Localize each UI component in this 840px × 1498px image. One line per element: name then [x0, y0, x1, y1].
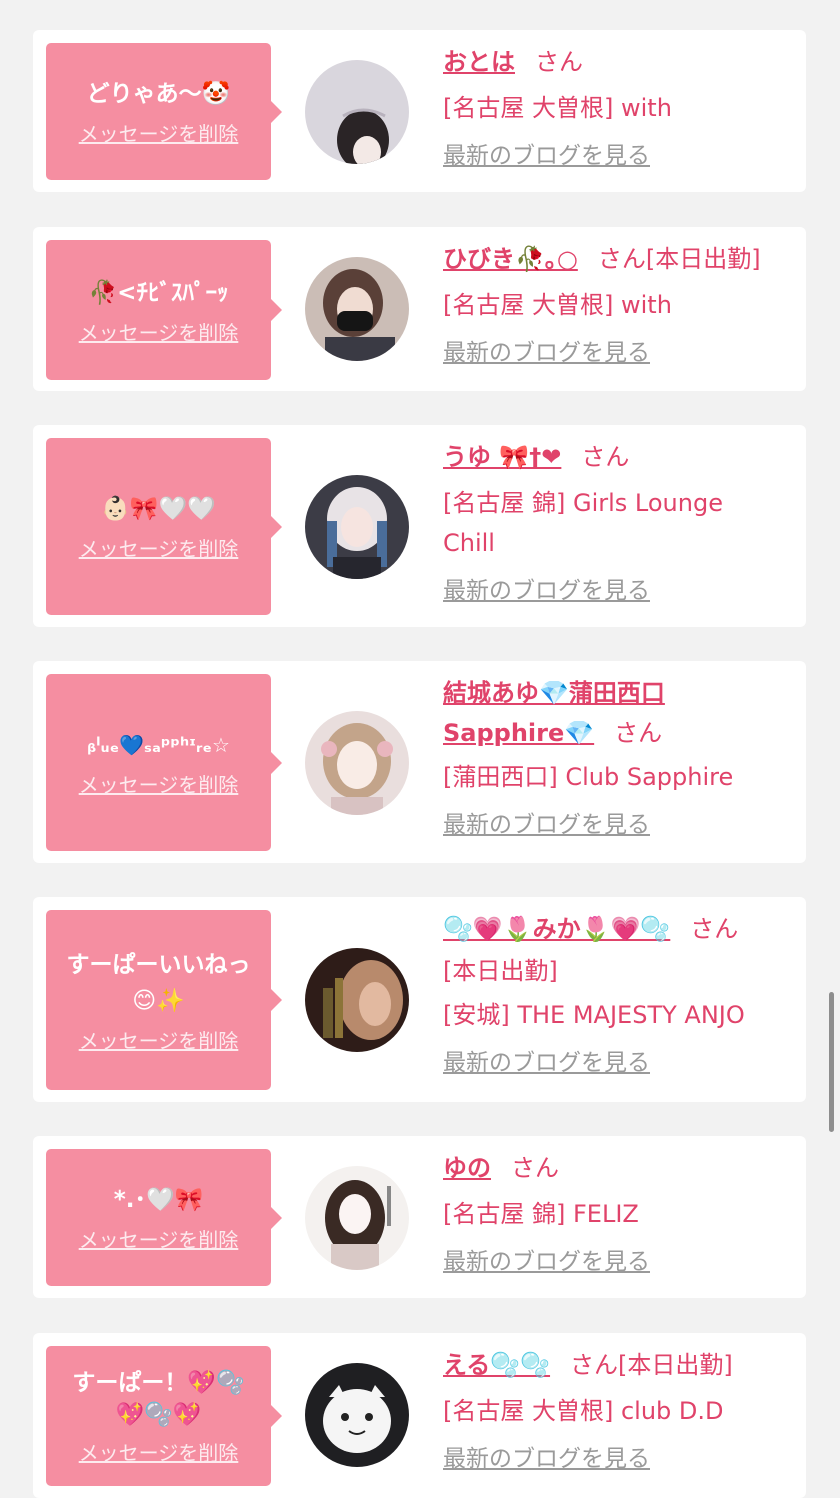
message-card: ᵦˡᵤₑ💙ₛₐᵖᵖʰᶦᵣₑ☆ メッセージを削除 結城あゆ💎蒲田西口 Sapphi… [33, 661, 806, 863]
profile-info: ひびき🥀｡○ さん[本日出勤] [名古屋 大曽根] with 最新のブログを見る [443, 239, 796, 373]
latest-blog-link[interactable]: 最新のブログを見る [443, 1242, 650, 1282]
delete-message-link[interactable]: メッセージを削除 [79, 1224, 239, 1253]
message-text: 🥀<ﾁﾋﾞｽﾊﾟｰｯ [88, 279, 229, 306]
shop-info: [名古屋 大曽根] with [443, 94, 672, 122]
message-card: 🥀<ﾁﾋﾞｽﾊﾟｰｯ メッセージを削除 ひびき🥀｡○ さん[本日出勤] [名古屋 … [33, 227, 806, 391]
message-bubble: ᵦˡᵤₑ💙ₛₐᵖᵖʰᶦᵣₑ☆ メッセージを削除 [46, 674, 271, 851]
message-text-continued: 💖🫧💖 [115, 1401, 202, 1428]
avatar[interactable] [305, 1363, 409, 1467]
message-text: どりゃあ〜🤡 [86, 81, 231, 107]
delete-message-link[interactable]: メッセージを削除 [79, 769, 239, 798]
message-bubble: 👶🏻🎀🤍🤍 メッセージを削除 [46, 438, 271, 615]
profile-name-link[interactable]: ゆの [443, 1154, 491, 1182]
honorific: さん [690, 915, 739, 943]
delete-message-link[interactable]: メッセージを削除 [79, 1437, 239, 1466]
delete-message-link[interactable]: メッセージを削除 [79, 317, 239, 346]
avatar-photo-1 [305, 60, 409, 164]
honorific: さん [597, 245, 646, 273]
attendance-badge: [本日出勤] [645, 245, 761, 273]
honorific: さん [570, 1351, 619, 1379]
avatar[interactable] [305, 257, 409, 361]
profile-name-link[interactable]: ひびき🥀｡○ [443, 245, 578, 273]
shop-info: [名古屋 大曽根] club D.D [443, 1397, 724, 1425]
honorific: さん [614, 719, 663, 747]
avatar-photo-3 [305, 475, 409, 579]
profile-info: おとは さん [名古屋 大曽根] with 最新のブログを見る [443, 42, 796, 176]
message-text: 👶🏻🎀🤍🤍 [101, 496, 216, 522]
message-bubble: どりゃあ〜🤡 メッセージを削除 [46, 43, 271, 180]
latest-blog-link[interactable]: 最新のブログを見る [443, 805, 650, 845]
avatar[interactable] [305, 948, 409, 1052]
delete-message-link[interactable]: メッセージを削除 [79, 118, 239, 147]
honorific: さん [511, 1154, 559, 1182]
latest-blog-link[interactable]: 最新のブログを見る [443, 333, 650, 373]
honorific: さん [581, 443, 630, 471]
message-text: *.･🤍🎀 [113, 1187, 204, 1213]
attendance-badge: [本日出勤] [618, 1351, 733, 1379]
message-card: すーぱーいいねっ 😊✨ メッセージを削除 🫧💗🌷みか🌷💗🫧 さん [本日出勤] [… [33, 897, 806, 1102]
shop-info-continued: Chill [443, 529, 495, 557]
delete-message-link[interactable]: メッセージを削除 [79, 533, 239, 562]
message-text: すーぱー！💖🫧 [72, 1369, 245, 1396]
latest-blog-link[interactable]: 最新のブログを見る [443, 136, 650, 176]
latest-blog-link[interactable]: 最新のブログを見る [443, 1439, 650, 1479]
shop-info: [名古屋 大曽根] with [443, 291, 672, 319]
profile-info: ゆの さん [名古屋 錦] FELIZ 最新のブログを見る [443, 1148, 796, 1282]
message-card: 👶🏻🎀🤍🤍 メッセージを削除 うゆ 🎀†❤ さん [名古屋 錦] Girls Lo… [33, 425, 806, 627]
message-card: どりゃあ〜🤡 メッセージを削除 おとは さん [名古屋 大曽根] with 最新の… [33, 30, 806, 192]
message-text: ᵦˡᵤₑ💙ₛₐᵖᵖʰᶦᵣₑ☆ [87, 733, 230, 757]
attendance-badge: [本日出勤] [443, 957, 558, 985]
latest-blog-link[interactable]: 最新のブログを見る [443, 1043, 650, 1083]
shop-info: [名古屋 錦] Girls Lounge [443, 489, 723, 517]
profile-info: 結城あゆ💎蒲田西口 Sapphire💎 さん [蒲田西口] Club Sapphi… [443, 673, 796, 845]
avatar[interactable] [305, 711, 409, 815]
shop-info: [名古屋 錦] FELIZ [443, 1200, 639, 1228]
avatar[interactable] [305, 475, 409, 579]
message-bubble: すーぱーいいねっ 😊✨ メッセージを削除 [46, 910, 271, 1090]
latest-blog-link[interactable]: 最新のブログを見る [443, 571, 650, 611]
profile-info: 🫧💗🌷みか🌷💗🫧 さん [本日出勤] [安城] THE MAJESTY ANJO … [443, 909, 796, 1083]
profile-info: える🫧🫧 さん[本日出勤] [名古屋 大曽根] club D.D 最新のブログを見… [443, 1345, 796, 1479]
delete-message-link[interactable]: メッセージを削除 [79, 1025, 239, 1054]
message-text: すーぱーいいねっ [66, 951, 251, 978]
profile-name-link[interactable]: うゆ 🎀†❤ [443, 443, 561, 471]
avatar[interactable] [305, 1166, 409, 1270]
profile-name-link[interactable]: 🫧💗🌷みか🌷💗🫧 [443, 915, 670, 943]
avatar-photo-5 [305, 948, 409, 1052]
avatar-photo-4 [305, 711, 409, 815]
shop-info: [蒲田西口] Club Sapphire [443, 763, 734, 791]
shop-info: [安城] THE MAJESTY ANJO [443, 1001, 745, 1029]
message-bubble: 🥀<ﾁﾋﾞｽﾊﾟｰｯ メッセージを削除 [46, 240, 271, 380]
message-text-continued: 😊✨ [132, 987, 185, 1014]
profile-name-link[interactable]: える🫧🫧 [443, 1351, 550, 1379]
message-bubble: *.･🤍🎀 メッセージを削除 [46, 1149, 271, 1286]
avatar-photo-7 [305, 1363, 409, 1467]
avatar[interactable] [305, 60, 409, 164]
profile-name-link[interactable]: おとは [443, 48, 515, 76]
avatar-photo-6 [305, 1166, 409, 1270]
honorific: さん [535, 48, 583, 76]
message-card: すーぱー！💖🫧 💖🫧💖 メッセージを削除 える🫧🫧 さん[本日出勤] [名古屋 大… [33, 1333, 806, 1498]
message-card: *.･🤍🎀 メッセージを削除 ゆの さん [名古屋 錦] FELIZ 最新のブログ… [33, 1136, 806, 1298]
profile-info: うゆ 🎀†❤ さん [名古屋 錦] Girls Lounge Chill 最新のブ… [443, 437, 796, 611]
scrollbar[interactable] [829, 992, 834, 1132]
avatar-photo-2 [305, 257, 409, 361]
message-bubble: すーぱー！💖🫧 💖🫧💖 メッセージを削除 [46, 1346, 271, 1486]
